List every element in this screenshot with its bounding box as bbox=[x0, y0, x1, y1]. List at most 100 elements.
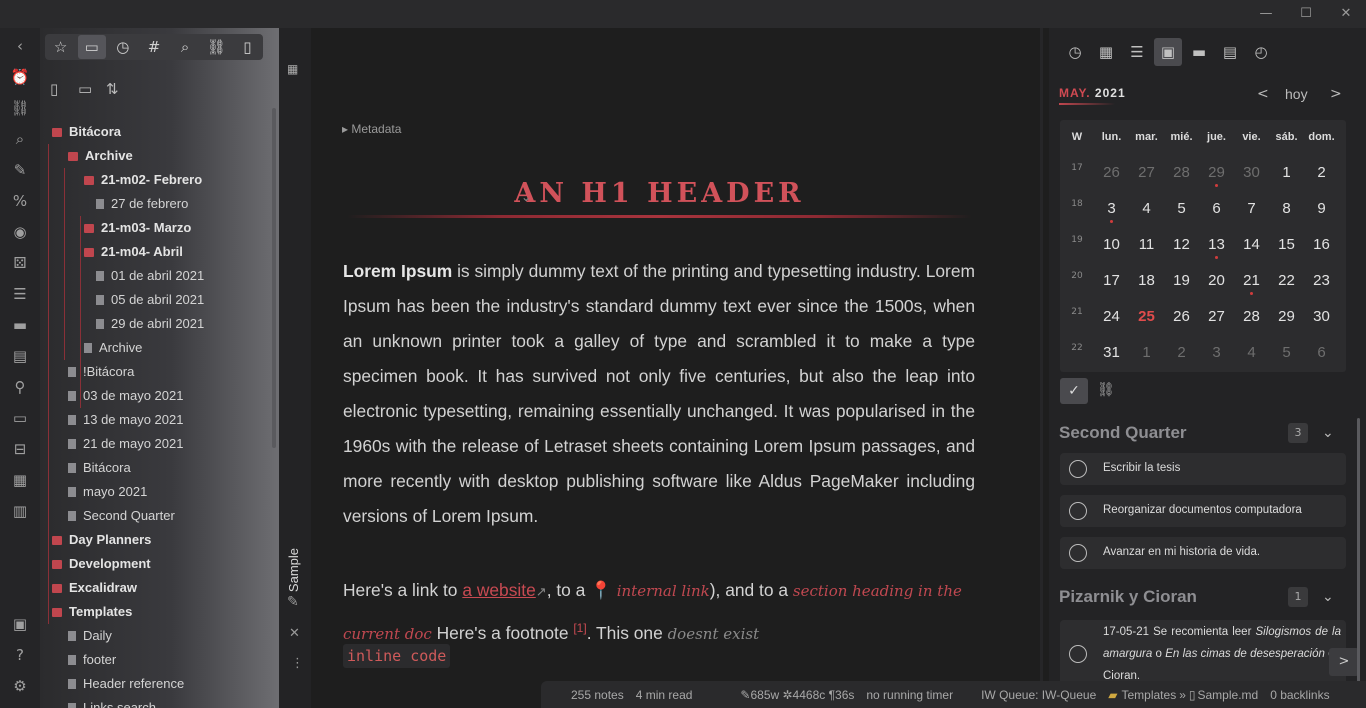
file-item[interactable]: mayo 2021 bbox=[68, 480, 147, 504]
clock-icon[interactable]: ◷ bbox=[1061, 38, 1089, 66]
next-month-icon[interactable]: > bbox=[1330, 86, 1342, 102]
folder-item[interactable]: 21-m02- Febrero bbox=[84, 168, 202, 192]
calendar-day[interactable]: 17 bbox=[1094, 272, 1129, 289]
file-item[interactable]: Header reference bbox=[68, 672, 184, 696]
chevron-down-icon[interactable]: ⌄ bbox=[1322, 589, 1334, 605]
calendar-day[interactable]: 20 bbox=[1199, 272, 1234, 289]
calendar-day[interactable]: 3 bbox=[1199, 344, 1234, 361]
close-window-button[interactable]: ✕ bbox=[1326, 0, 1366, 28]
task-item[interactable]: Reorganizar documentos computadora bbox=[1060, 495, 1346, 527]
sort-icon[interactable]: ⇅ bbox=[106, 80, 122, 98]
task-item[interactable]: Escribir la tesis bbox=[1060, 453, 1346, 485]
calendar-day[interactable]: 2 bbox=[1164, 344, 1199, 361]
file-item[interactable]: footer bbox=[68, 648, 116, 672]
list-icon[interactable]: ☰ bbox=[8, 282, 32, 306]
maximize-button[interactable]: ☐ bbox=[1286, 0, 1326, 28]
file-item[interactable]: Daily bbox=[68, 624, 112, 648]
calendar-day[interactable]: 15 bbox=[1269, 236, 1304, 253]
calendar-day[interactable]: 4 bbox=[1234, 344, 1269, 361]
new-note-icon[interactable]: ▯ bbox=[50, 80, 66, 98]
group-title[interactable]: Pizarnik y Cioran bbox=[1059, 587, 1197, 607]
folder-item[interactable]: Archive bbox=[68, 144, 133, 168]
file-item[interactable]: 21 de mayo 2021 bbox=[68, 432, 183, 456]
checkmark-button[interactable]: ✓ bbox=[1060, 378, 1088, 404]
list-icon[interactable]: ☰ bbox=[1123, 38, 1151, 66]
calendar-day[interactable]: 27 bbox=[1129, 164, 1164, 181]
calendar-day[interactable]: 16 bbox=[1304, 236, 1339, 253]
outline-tab-icon[interactable]: ▯ bbox=[233, 35, 261, 59]
checklist-calendar-icon[interactable]: ▣ bbox=[1154, 38, 1182, 66]
group-title[interactable]: Second Quarter bbox=[1059, 423, 1187, 443]
graph-link-icon[interactable]: ⛓ bbox=[8, 96, 32, 120]
calendar-icon[interactable]: ▥ bbox=[8, 499, 32, 523]
more-options-icon[interactable]: ⋮ bbox=[291, 656, 304, 671]
calendar-day[interactable]: 24 bbox=[1094, 308, 1129, 325]
calendar-day[interactable]: 22 bbox=[1269, 272, 1304, 289]
calendar-day[interactable]: 9 bbox=[1304, 200, 1339, 217]
chevron-down-icon[interactable]: ⌄ bbox=[521, 190, 531, 204]
file-item[interactable]: 05 de abril 2021 bbox=[96, 288, 204, 312]
week-number[interactable]: 18 bbox=[1060, 199, 1094, 209]
folder-item[interactable]: Development bbox=[52, 552, 151, 576]
task-checkbox[interactable] bbox=[1069, 502, 1087, 520]
calendar-day[interactable]: 8 bbox=[1269, 200, 1304, 217]
calendar-day[interactable]: 31 bbox=[1094, 344, 1129, 361]
calendar-day[interactable]: 6 bbox=[1199, 200, 1234, 217]
internal-link[interactable]: internal link bbox=[617, 582, 710, 600]
table-icon[interactable]: ▦ bbox=[8, 468, 32, 492]
grid-icon[interactable]: ▦ bbox=[287, 62, 298, 76]
help-icon[interactable]: ? bbox=[8, 643, 32, 667]
markdown-icon[interactable]: ▬ bbox=[1185, 38, 1213, 66]
edit-icon[interactable]: ✎ bbox=[287, 594, 299, 610]
calendar-day[interactable]: 28 bbox=[1234, 308, 1269, 325]
calendar-day[interactable]: 18 bbox=[1129, 272, 1164, 289]
alarm-icon[interactable]: ⏰ bbox=[8, 65, 32, 89]
calendar-day[interactable]: 1 bbox=[1269, 164, 1304, 181]
dice-icon[interactable]: ⚄ bbox=[8, 251, 32, 275]
calendar-day[interactable]: 25 bbox=[1129, 308, 1164, 325]
calendar-day[interactable]: 27 bbox=[1199, 308, 1234, 325]
file-item[interactable]: !Bitácora bbox=[68, 360, 134, 384]
calendar-day[interactable]: 10 bbox=[1094, 236, 1129, 253]
timer-status[interactable]: no running timer bbox=[866, 688, 953, 702]
week-number[interactable]: 19 bbox=[1060, 235, 1094, 245]
calendar-day[interactable]: 30 bbox=[1304, 308, 1339, 325]
file-explorer-tab-icon[interactable]: ▭ bbox=[77, 35, 106, 59]
task-checkbox[interactable] bbox=[1069, 645, 1087, 663]
calendar-day[interactable]: 14 bbox=[1234, 236, 1269, 253]
close-icon[interactable]: ✕ bbox=[289, 626, 300, 641]
file-item[interactable]: Second Quarter bbox=[68, 504, 175, 528]
minimize-button[interactable]: — bbox=[1246, 0, 1286, 28]
calendar-day[interactable]: 29 bbox=[1269, 308, 1304, 325]
folder-item[interactable]: Templates bbox=[52, 600, 132, 624]
calendar-icon[interactable]: ▤ bbox=[1216, 38, 1244, 66]
table-icon[interactable]: ▦ bbox=[1092, 38, 1120, 66]
chevron-down-icon[interactable]: ⌄ bbox=[1322, 425, 1334, 441]
calendar-day[interactable]: 7 bbox=[1234, 200, 1269, 217]
path-file[interactable]: Sample.md bbox=[1198, 688, 1259, 702]
calendar-day[interactable]: 26 bbox=[1094, 164, 1129, 181]
week-number[interactable]: 17 bbox=[1060, 163, 1094, 173]
calendar-day[interactable]: 26 bbox=[1164, 308, 1199, 325]
week-number[interactable]: 22 bbox=[1060, 343, 1094, 353]
calendar-day[interactable]: 30 bbox=[1234, 164, 1269, 181]
calendar-day[interactable]: 21 bbox=[1234, 272, 1269, 295]
file-item[interactable]: Archive bbox=[84, 336, 142, 360]
file-item[interactable]: 29 de abril 2021 bbox=[96, 312, 204, 336]
form-icon[interactable]: ▤ bbox=[8, 344, 32, 368]
calendar-day[interactable]: 3 bbox=[1094, 200, 1129, 223]
new-folder-icon[interactable]: ▭ bbox=[78, 80, 94, 98]
folder-item[interactable]: Day Planners bbox=[52, 528, 151, 552]
iw-queue[interactable]: IW Queue: IW-Queue bbox=[981, 688, 1096, 702]
external-link[interactable]: a website bbox=[462, 580, 535, 600]
calendar-day[interactable]: 12 bbox=[1164, 236, 1199, 253]
collapse-left-icon[interactable]: ‹ bbox=[8, 34, 32, 58]
unresolved-link[interactable]: doesnt exist bbox=[668, 625, 760, 643]
search-icon[interactable]: ⌕ bbox=[8, 127, 32, 151]
file-item[interactable]: 27 de febrero bbox=[96, 192, 188, 216]
task-item[interactable]: Avanzar en mi historia de vida. bbox=[1060, 537, 1346, 569]
calendar-day[interactable]: 1 bbox=[1129, 344, 1164, 361]
editor-scrollbar[interactable] bbox=[1040, 28, 1043, 708]
calendar-day[interactable]: 29 bbox=[1199, 164, 1234, 187]
calendar-day[interactable]: 19 bbox=[1164, 272, 1199, 289]
